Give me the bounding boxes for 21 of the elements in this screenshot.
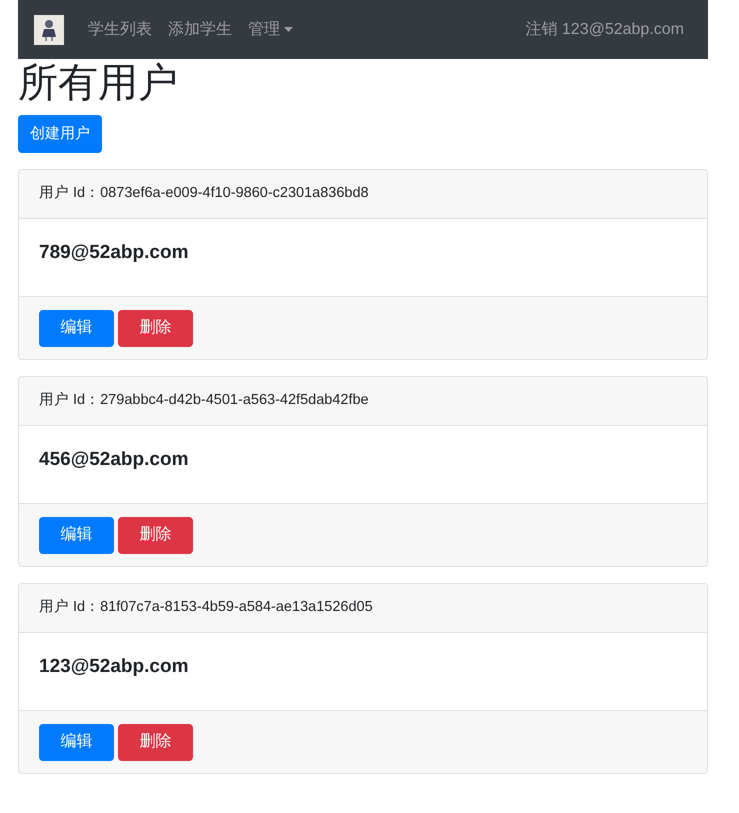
edit-button[interactable]: 编辑 bbox=[39, 516, 114, 554]
user-email: 456@52abp.com bbox=[39, 448, 190, 472]
user-id-text: 用户 Id：279abbc4-d42b-4501-a563-42f5dab42fbe bbox=[39, 391, 369, 410]
user-id-text: 用户 Id：0873ef6a-e009-4f10-9860-c2301a836bd8 bbox=[39, 184, 369, 204]
page-title: 所有用户 bbox=[18, 60, 179, 107]
edit-button[interactable]: 编辑 bbox=[39, 724, 114, 760]
logout-link[interactable]: 注销 123@52abp.com bbox=[517, 18, 692, 42]
nav-link[interactable]: 添加学生 bbox=[160, 18, 240, 42]
edit-button[interactable]: 编辑 bbox=[39, 310, 114, 346]
figure-logo-icon bbox=[41, 18, 57, 40]
logo-image[interactable] bbox=[34, 14, 64, 44]
nav-link[interactable]: 学生列表 bbox=[80, 18, 160, 42]
user-email: 789@52abp.com bbox=[39, 241, 190, 265]
user-email: 123@52abp.com bbox=[39, 655, 190, 679]
delete-button[interactable]: 删除 bbox=[118, 310, 193, 346]
delete-button[interactable]: 删除 bbox=[118, 724, 193, 760]
caret-icon bbox=[284, 27, 293, 32]
create-user-button[interactable]: 创建用户 bbox=[18, 115, 102, 153]
nav-dropdown[interactable]: 管理 bbox=[240, 18, 301, 42]
user-id-text: 用户 Id：81f07c7a-8153-4b59-a584-ae13a1526d05 bbox=[39, 598, 373, 618]
delete-button[interactable]: 删除 bbox=[118, 516, 193, 554]
